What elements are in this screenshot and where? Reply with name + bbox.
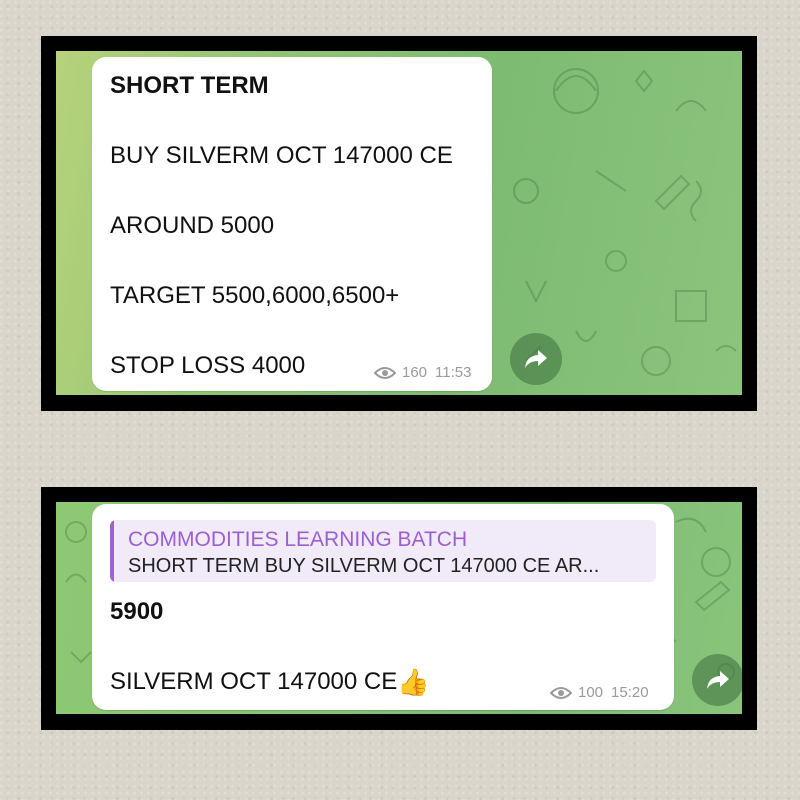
reply-accent-bar (110, 520, 114, 582)
message-line-text: SILVERM OCT 147000 CE (110, 668, 398, 695)
message-heading: 5900 (110, 598, 164, 625)
message-time: 11:53 (435, 364, 472, 381)
reply-quote[interactable]: COMMODITIES LEARNING BATCH SHORT TERM BU… (110, 520, 656, 582)
forward-icon (707, 671, 729, 689)
chat-background: COMMODITIES LEARNING BATCH SHORT TERM BU… (56, 502, 742, 714)
message-meta: 160 11:53 (374, 364, 471, 381)
forward-button[interactable] (692, 654, 742, 706)
message-line: STOP LOSS 4000 (110, 352, 306, 379)
message-line: TARGET 5500,6000,6500+ (110, 282, 400, 309)
reply-snippet: SHORT TERM BUY SILVERM OCT 147000 CE AR.… (128, 555, 600, 577)
screenshot-frame-2: COMMODITIES LEARNING BATCH SHORT TERM BU… (41, 487, 757, 730)
view-count: 160 (402, 364, 428, 381)
thumbs-up-icon: 👍 (397, 667, 430, 697)
message-time: 15:20 (611, 684, 649, 701)
message-meta: 100 15:20 (550, 684, 649, 701)
eye-icon (374, 366, 396, 379)
eye-icon (550, 686, 572, 699)
message-line: BUY SILVERM OCT 147000 CE (110, 142, 453, 169)
message-bubble[interactable]: SHORT TERM BUY SILVERM OCT 147000 CE ARO… (92, 57, 492, 391)
message-line: SILVERM OCT 147000 CE👍 (110, 668, 430, 696)
message-line: AROUND 5000 (110, 212, 275, 239)
reply-channel-name: COMMODITIES LEARNING BATCH (128, 528, 468, 551)
message-heading: SHORT TERM (110, 72, 269, 99)
message-bubble[interactable]: COMMODITIES LEARNING BATCH SHORT TERM BU… (92, 504, 674, 710)
screenshot-frame-1: SHORT TERM BUY SILVERM OCT 147000 CE ARO… (41, 36, 757, 411)
forward-button[interactable] (510, 333, 562, 385)
view-count: 100 (578, 684, 604, 701)
forward-icon (525, 350, 547, 368)
chat-background: SHORT TERM BUY SILVERM OCT 147000 CE ARO… (56, 51, 742, 395)
